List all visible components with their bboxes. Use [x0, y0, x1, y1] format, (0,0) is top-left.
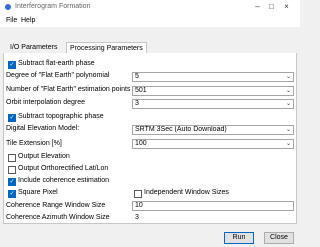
subtract-flat-earth-label: Subtract flat-earth phase [18, 60, 95, 67]
orbit-degree-value: 3 [135, 100, 139, 107]
square-pixel-radio[interactable]: ✓ [8, 190, 16, 198]
run-button[interactable]: Run [224, 232, 254, 244]
coh-range-label: Coherence Range Window Size [6, 202, 106, 209]
close-button[interactable]: Close [264, 232, 294, 244]
dem-select[interactable]: SRTM 3Sec (Auto Download) ⌄ [132, 125, 294, 135]
include-coherence-label: Include coherence estimation [18, 177, 110, 184]
chevron-down-icon: ⌄ [285, 88, 291, 94]
degree-flat-earth-label: Degree of "Flat Earth" polynomial [6, 72, 110, 79]
subtract-topo-checkbox[interactable]: ✓ [8, 114, 16, 122]
tile-extension-select[interactable]: 100 ⌄ [132, 139, 294, 149]
menu-help[interactable]: Help [21, 17, 35, 24]
subtract-flat-earth-checkbox[interactable]: ✓ [8, 61, 16, 69]
dem-label: Digital Elevation Model: [6, 125, 80, 132]
tile-extension-label: Tile Extension [%] [6, 140, 62, 147]
include-coherence-checkbox[interactable]: ✓ [8, 178, 16, 186]
orbit-degree-label: Orbit interpolation degree [6, 99, 85, 106]
estimation-points-value: 501 [135, 87, 147, 94]
output-elevation-label: Output Elevation [18, 153, 70, 160]
tile-extension-value: 100 [135, 140, 147, 147]
coh-range-input[interactable]: 10 [132, 201, 294, 211]
minimize-icon[interactable]: – [253, 2, 262, 11]
chevron-down-icon: ⌄ [285, 74, 291, 80]
degree-flat-earth-select[interactable]: 5 ⌄ [132, 72, 294, 82]
coh-azimuth-value: 3 [135, 214, 139, 221]
chevron-down-icon: ⌄ [285, 127, 291, 133]
orbit-degree-select[interactable]: 3 ⌄ [132, 99, 294, 109]
tab-io-parameters[interactable]: I/O Parameters [7, 42, 60, 53]
output-elevation-checkbox[interactable] [8, 154, 16, 162]
independent-window-label: Independent Window Sizes [144, 189, 229, 196]
menu-bar [0, 14, 300, 27]
independent-window-radio[interactable] [134, 190, 142, 198]
output-ortho-checkbox[interactable] [8, 166, 16, 174]
estimation-points-select[interactable]: 501 ⌄ [132, 86, 294, 96]
chevron-down-icon: ⌄ [285, 141, 291, 147]
maximize-icon[interactable]: □ [267, 2, 276, 11]
square-pixel-label: Square Pixel [18, 189, 58, 196]
estimation-points-label: Number of "Flat Earth" estimation points [6, 86, 131, 93]
menu-file[interactable]: File [6, 17, 17, 24]
subtract-topo-label: Subtract topographic phase [18, 113, 104, 120]
degree-flat-earth-value: 5 [135, 73, 139, 80]
app-icon [5, 4, 11, 10]
dem-value: SRTM 3Sec (Auto Download) [135, 126, 227, 133]
window-title: Interferogram Formation [15, 3, 91, 10]
coh-azimuth-label: Coherence Azimuth Window Size [6, 214, 110, 221]
close-window-icon[interactable]: × [282, 2, 291, 11]
output-ortho-label: Output Orthorectified Lat/Lon [18, 165, 109, 172]
chevron-down-icon: ⌄ [285, 101, 291, 107]
